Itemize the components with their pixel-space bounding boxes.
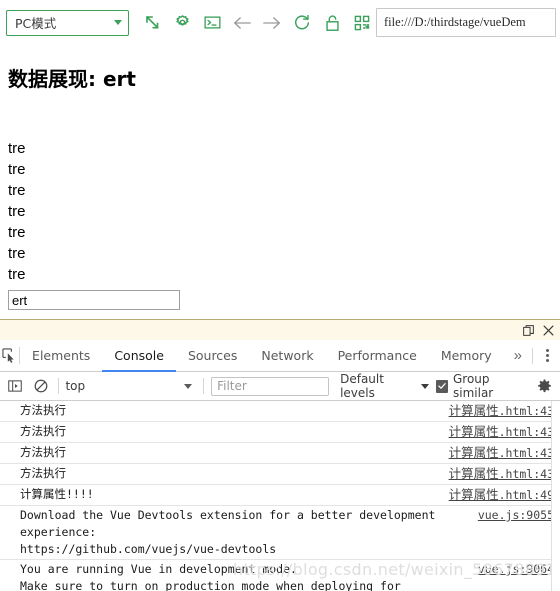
list-item: tre	[8, 266, 26, 283]
console-source-line: .html:43	[498, 404, 554, 418]
console-message-source[interactable]: 计算属性.html:43	[449, 465, 554, 483]
console-message[interactable]: 方法执行 计算属性.html:43	[0, 443, 560, 464]
chevron-down-icon	[184, 383, 193, 389]
page-title: 数据展现: ert	[8, 67, 136, 91]
tab-sources[interactable]: Sources	[176, 340, 249, 372]
console-source-line: .html:49	[498, 488, 554, 502]
dock-window-icon[interactable]	[523, 324, 534, 336]
unlock-icon[interactable]	[317, 8, 347, 38]
data-list: tre tre tre tre tre tre tre	[8, 138, 552, 285]
list-item: tre	[8, 140, 26, 157]
tab-performance[interactable]: Performance	[326, 340, 429, 372]
reload-icon[interactable]	[287, 8, 317, 38]
console-source-file: 计算属性	[448, 403, 499, 418]
group-similar-toggle[interactable]: Group similar	[435, 372, 529, 400]
console-message-text: You are running Vue in development mode.…	[20, 562, 401, 591]
console-message[interactable]: You are running Vue in development mode.…	[0, 560, 560, 591]
terminal-icon[interactable]	[197, 8, 227, 38]
page-viewport: 数据展现: ert tre tre tre tre tre tre tre	[0, 45, 560, 319]
list-item: tre	[8, 224, 26, 241]
console-message-text: Download the Vue Devtools extension for …	[20, 508, 436, 556]
console-message-source[interactable]: vue.js:9055	[478, 507, 554, 524]
list-item: tre	[8, 182, 26, 199]
console-message-text: 方法执行	[20, 466, 66, 480]
console-source-file: 计算属性	[448, 466, 499, 481]
console-source-line: vue.js:9055	[477, 508, 554, 522]
console-message-text: 方法执行	[20, 424, 66, 438]
group-similar-checkbox[interactable]	[435, 379, 448, 393]
console-filter-input[interactable]	[211, 376, 330, 396]
inspect-element-icon[interactable]	[0, 340, 19, 371]
console-source-file: 计算属性	[448, 445, 499, 460]
console-message-text: 方法执行	[20, 403, 66, 417]
more-tabs-button[interactable]: »	[504, 340, 532, 371]
console-message[interactable]: 方法执行 计算属性.html:43	[0, 422, 560, 443]
console-source-file: 计算属性	[448, 487, 499, 502]
list-item: tre	[8, 161, 26, 178]
console-message-source[interactable]: vue.js:9064	[478, 561, 554, 578]
console-message-source[interactable]: 计算属性.html:43	[449, 423, 554, 441]
console-toolbar-divider-2	[203, 378, 205, 394]
devtools-tabbar: Elements Console Sources Network Perform…	[0, 340, 560, 372]
console-settings-icon[interactable]	[535, 376, 554, 396]
console-context-label: top	[65, 379, 86, 393]
console-right-edge	[551, 401, 560, 591]
console-source-line: .html:43	[498, 425, 554, 439]
console-message[interactable]: 方法执行 计算属性.html:43	[0, 464, 560, 485]
console-source-file: 计算属性	[448, 424, 499, 439]
tab-network[interactable]: Network	[249, 340, 325, 372]
tab-memory[interactable]: Memory	[429, 340, 504, 372]
back-arrow-icon[interactable]	[227, 8, 257, 38]
console-levels-select[interactable]: Default levels	[340, 372, 429, 400]
devtools-titlebar	[0, 320, 560, 340]
group-similar-label: Group similar	[453, 372, 494, 400]
console-message-text: 方法执行	[20, 445, 66, 459]
expand-window-icon[interactable]	[137, 8, 167, 38]
tabbar-right-divider	[532, 347, 533, 364]
console-toolbar: top Default levels Group similar	[0, 372, 560, 401]
console-message-source[interactable]: 计算属性.html:49	[449, 486, 554, 504]
tabbar-right-actions	[532, 340, 560, 371]
device-mode-label: PC模式	[15, 16, 57, 31]
tab-console[interactable]: Console	[102, 340, 176, 372]
tab-elements[interactable]: Elements	[20, 340, 102, 372]
chevron-down-icon	[114, 20, 122, 25]
console-message[interactable]: Download the Vue Devtools extension for …	[0, 506, 560, 560]
console-source-line: .html:43	[498, 467, 554, 481]
device-mode-select[interactable]: PC模式	[6, 9, 129, 36]
console-source-line: .html:43	[498, 446, 554, 460]
qr-code-icon[interactable]	[347, 8, 377, 38]
settings-gear-icon[interactable]	[167, 8, 197, 38]
console-toolbar-divider	[57, 378, 59, 394]
close-icon[interactable]	[543, 325, 554, 336]
console-sidebar-icon[interactable]	[6, 376, 25, 396]
more-options-icon[interactable]	[541, 349, 554, 362]
address-bar[interactable]: file:///D:/thirdstage/vueDem	[376, 8, 556, 37]
console-message-source[interactable]: 计算属性.html:43	[449, 402, 554, 420]
console-context-select[interactable]: top	[65, 376, 196, 396]
address-bar-text: file:///D:/thirdstage/vueDem	[384, 15, 526, 29]
devtools-panel: Elements Console Sources Network Perform…	[0, 319, 560, 591]
chevron-down-icon	[420, 383, 429, 389]
list-item: tre	[8, 245, 26, 262]
console-message-source[interactable]: 计算属性.html:43	[449, 444, 554, 462]
console-source-line: vue.js:9064	[477, 562, 554, 576]
browser-toolbar-icons	[137, 8, 377, 38]
browser-toolbar: PC模式 file:///D:/thirdstage/vueDem	[0, 0, 560, 45]
console-message[interactable]: 方法执行 计算属性.html:43	[0, 401, 560, 422]
console-levels-label: Default levels	[340, 372, 384, 400]
clear-console-icon[interactable]	[32, 376, 51, 396]
data-text-input[interactable]	[8, 290, 180, 310]
forward-arrow-icon[interactable]	[257, 8, 287, 38]
list-item: tre	[8, 203, 26, 220]
console-message-list[interactable]: 方法执行 计算属性.html:43 方法执行 计算属性.html:43 方法执行…	[0, 401, 560, 591]
console-message-text: 计算属性!!!!	[20, 487, 94, 501]
console-message[interactable]: 计算属性!!!! 计算属性.html:49	[0, 485, 560, 506]
